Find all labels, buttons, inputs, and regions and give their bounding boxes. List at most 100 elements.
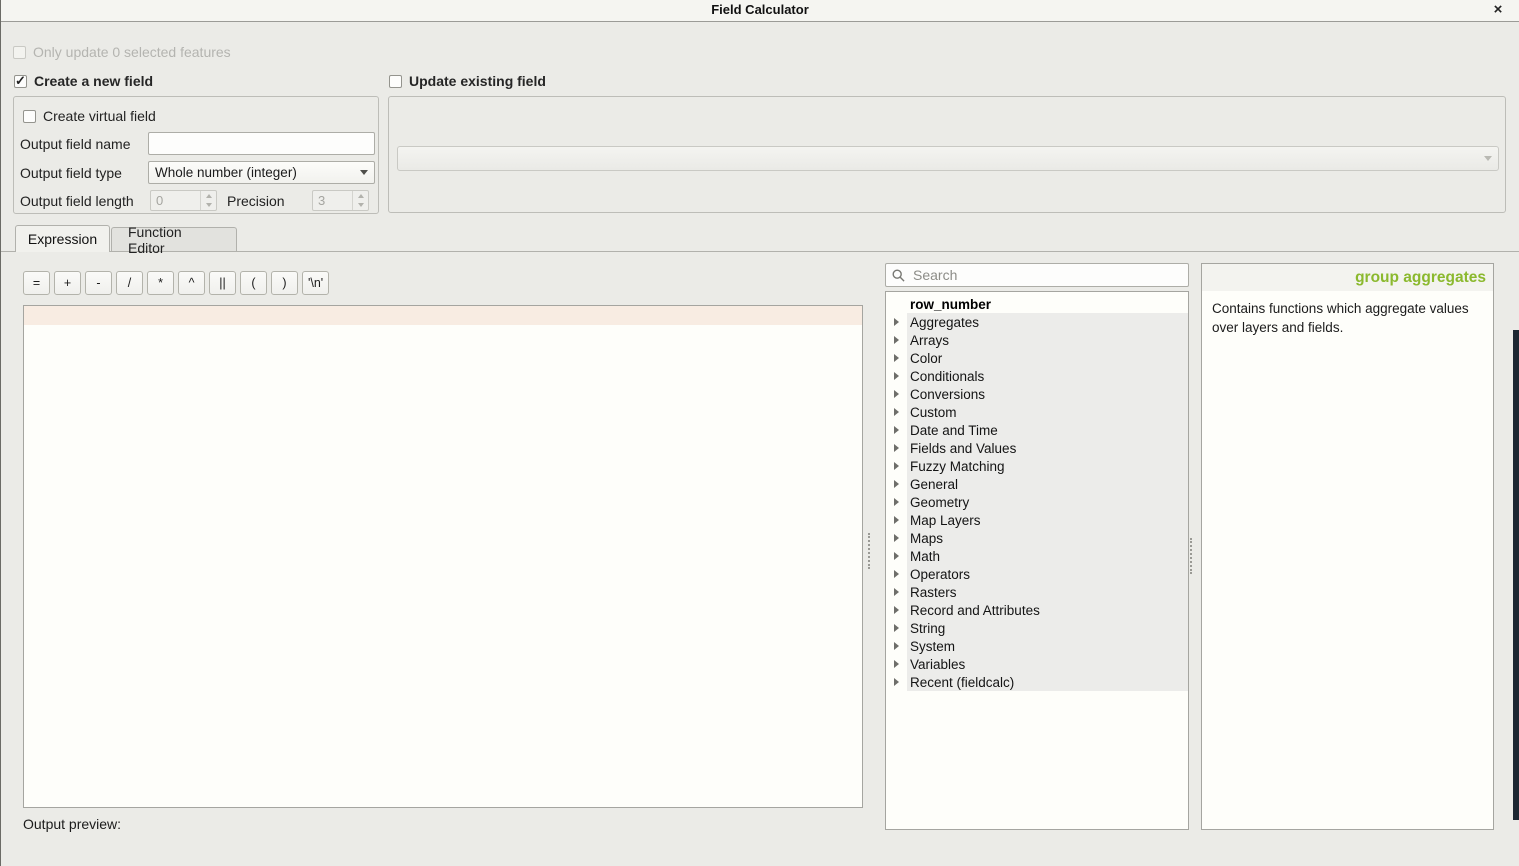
splitter-handle[interactable] <box>1190 538 1195 574</box>
expand-triangle-icon[interactable] <box>886 421 907 439</box>
expand-triangle-icon[interactable] <box>886 619 907 637</box>
function-group-row[interactable]: Custom <box>886 403 1188 421</box>
function-item-row-number[interactable]: row_number <box>886 295 1188 313</box>
expand-triangle-icon[interactable] <box>886 439 907 457</box>
function-group-row[interactable]: Variables <box>886 655 1188 673</box>
operator-button[interactable]: = <box>23 271 50 295</box>
precision-label: Precision <box>227 193 285 209</box>
function-group-label: Recent (fieldcalc) <box>907 673 1188 691</box>
output-preview-label: Output preview: <box>23 816 121 832</box>
output-field-type-combobox[interactable]: Whole number (integer) <box>148 161 375 184</box>
expand-triangle-icon[interactable] <box>886 511 907 529</box>
expand-triangle-icon[interactable] <box>886 385 907 403</box>
create-new-field-label: Create a new field <box>34 73 153 89</box>
function-group-row[interactable]: Record and Attributes <box>886 601 1188 619</box>
function-group-row[interactable]: Conversions <box>886 385 1188 403</box>
expand-triangle-icon[interactable] <box>886 547 907 565</box>
function-group-label: Variables <box>907 655 1188 673</box>
create-virtual-field-checkbox[interactable] <box>23 110 36 123</box>
splitter-handle[interactable] <box>868 533 873 569</box>
function-group-row[interactable]: Fields and Values <box>886 439 1188 457</box>
operator-button[interactable]: || <box>209 271 236 295</box>
create-virtual-field-label: Create virtual field <box>43 108 156 124</box>
expand-triangle-icon[interactable] <box>886 457 907 475</box>
function-group-row[interactable]: System <box>886 637 1188 655</box>
expand-triangle-icon[interactable] <box>886 655 907 673</box>
chevron-down-icon <box>360 170 368 175</box>
tab-function-editor[interactable]: Function Editor <box>111 227 237 251</box>
operator-button[interactable]: ( <box>240 271 267 295</box>
output-field-type-value: Whole number (integer) <box>155 165 297 180</box>
expand-triangle-icon[interactable] <box>886 583 907 601</box>
expand-triangle-icon[interactable] <box>886 601 907 619</box>
operator-button[interactable]: + <box>54 271 81 295</box>
expand-triangle-icon[interactable] <box>886 367 907 385</box>
expand-triangle-icon[interactable] <box>886 529 907 547</box>
background-window-strip <box>1513 330 1519 820</box>
function-group-row[interactable]: Geometry <box>886 493 1188 511</box>
search-icon <box>892 269 905 282</box>
function-group-row[interactable]: Conditionals <box>886 367 1188 385</box>
help-title: group aggregates <box>1202 264 1493 291</box>
spin-down-icon <box>206 203 212 207</box>
function-search-input[interactable] <box>911 266 1182 284</box>
function-search-box <box>885 263 1189 287</box>
operator-button[interactable]: * <box>147 271 174 295</box>
function-group-row[interactable]: Arrays <box>886 331 1188 349</box>
function-group-row[interactable]: Aggregates <box>886 313 1188 331</box>
function-group-row[interactable]: Operators <box>886 565 1188 583</box>
tab-expression[interactable]: Expression <box>15 225 110 252</box>
function-group-label: Rasters <box>907 583 1188 601</box>
expand-triangle-icon[interactable] <box>886 637 907 655</box>
operator-button[interactable]: ^ <box>178 271 205 295</box>
function-help-panel: group aggregates Contains functions whic… <box>1201 263 1494 830</box>
function-group-row[interactable]: Math <box>886 547 1188 565</box>
function-group-row[interactable]: Color <box>886 349 1188 367</box>
expand-triangle-icon[interactable] <box>886 331 907 349</box>
expand-triangle-icon[interactable] <box>886 673 907 691</box>
editor-current-line <box>24 306 862 325</box>
help-description: Contains functions which aggregate value… <box>1202 291 1493 347</box>
expand-triangle-icon[interactable] <box>886 475 907 493</box>
function-group-label: Date and Time <box>907 421 1188 439</box>
tab-function-editor-label: Function Editor <box>128 224 220 256</box>
expand-triangle-icon[interactable] <box>886 313 907 331</box>
expand-triangle-icon[interactable] <box>886 349 907 367</box>
function-group-label: General <box>907 475 1188 493</box>
function-group-label: Math <box>907 547 1188 565</box>
function-group-label: Conditionals <box>907 367 1188 385</box>
function-group-row[interactable]: Map Layers <box>886 511 1188 529</box>
function-group-label: Maps <box>907 529 1188 547</box>
output-field-length-spinner: 0 <box>150 190 217 211</box>
function-group-row[interactable]: Rasters <box>886 583 1188 601</box>
operator-button[interactable]: / <box>116 271 143 295</box>
create-new-field-checkbox[interactable] <box>14 75 27 88</box>
operator-button[interactable]: - <box>85 271 112 295</box>
expand-triangle-icon[interactable] <box>886 403 907 421</box>
function-group-row[interactable]: Fuzzy Matching <box>886 457 1188 475</box>
expression-editor[interactable] <box>23 305 863 808</box>
function-group-row[interactable]: General <box>886 475 1188 493</box>
tab-expression-label: Expression <box>28 231 97 247</box>
create-virtual-field-row: Create virtual field <box>23 108 156 124</box>
expand-triangle-icon[interactable] <box>886 565 907 583</box>
function-group-row[interactable]: String <box>886 619 1188 637</box>
function-group-label: Aggregates <box>907 313 1188 331</box>
precision-value: 3 <box>313 191 352 210</box>
window-title: Field Calculator <box>1 2 1519 17</box>
function-group-label: Conversions <box>907 385 1188 403</box>
update-existing-field-checkbox[interactable] <box>389 75 402 88</box>
close-icon[interactable]: × <box>1489 1 1507 19</box>
function-group-label: System <box>907 637 1188 655</box>
operator-button[interactable]: ) <box>271 271 298 295</box>
expand-triangle-icon[interactable] <box>886 493 907 511</box>
field-calculator-dialog: { "window": { "title": "Field Calculator… <box>0 0 1519 866</box>
operator-button[interactable]: '\n' <box>302 271 329 295</box>
only-update-label: Only update 0 selected features <box>33 44 231 60</box>
function-group-row[interactable]: Recent (fieldcalc) <box>886 673 1188 691</box>
output-field-name-input[interactable] <box>148 132 375 155</box>
function-group-row[interactable]: Maps <box>886 529 1188 547</box>
spin-down-icon <box>358 203 364 207</box>
function-group-label: String <box>907 619 1188 637</box>
function-group-row[interactable]: Date and Time <box>886 421 1188 439</box>
